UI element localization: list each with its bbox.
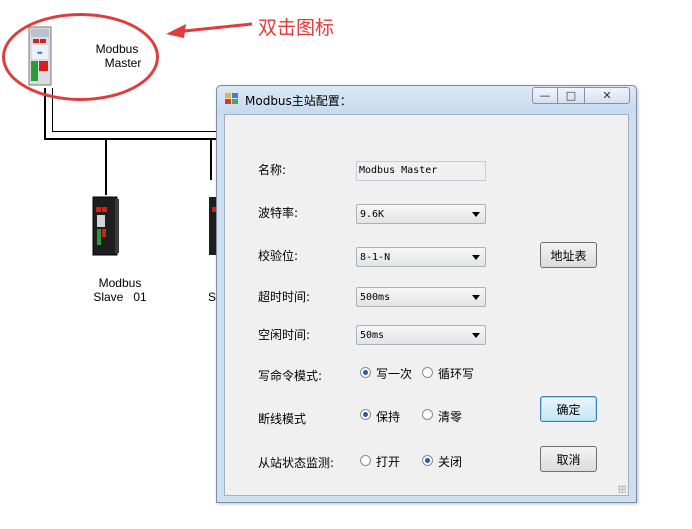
parity-label: 校验位:	[258, 249, 299, 263]
ok-button[interactable]: 确定	[540, 396, 597, 422]
chevron-down-icon	[472, 295, 480, 300]
monitor-close-radio[interactable]	[422, 455, 433, 466]
disconnect-label: 断线模式	[258, 412, 307, 426]
slave-drop-wire	[105, 140, 107, 195]
write-once-label[interactable]: 写一次	[376, 365, 412, 382]
window-controls: — □ ✕	[532, 87, 630, 104]
modbus-master-dialog: Modbus主站配置： — □ ✕ 名称: Modbus Master 波特率:…	[216, 85, 637, 503]
parity-select[interactable]: 8-1-N	[356, 247, 486, 267]
dialog-title: Modbus主站配置：	[245, 94, 352, 108]
baud-select[interactable]: 9.6K	[356, 204, 486, 224]
write-mode-label: 写命令模式:	[258, 369, 323, 383]
cancel-button[interactable]: 取消	[540, 446, 597, 472]
write-loop-label[interactable]: 循环写	[438, 365, 474, 382]
monitor-label: 从站状态监测:	[258, 456, 335, 470]
slave2-label-line1: S	[208, 290, 217, 304]
slave2-drop-wire	[210, 140, 212, 180]
timeout-select[interactable]: 500ms	[356, 287, 486, 307]
app-icon	[225, 93, 238, 104]
idle-value: 50ms	[360, 330, 385, 341]
clear-radio[interactable]	[422, 409, 433, 420]
close-button[interactable]: ✕	[584, 87, 630, 104]
idle-label: 空闲时间:	[258, 328, 311, 342]
plc-slave-icon[interactable]	[90, 195, 122, 257]
highlight-ellipse	[2, 13, 159, 101]
baud-value: 9.6K	[360, 209, 385, 220]
dialog-titlebar[interactable]: Modbus主站配置： — □ ✕	[217, 86, 636, 114]
chevron-down-icon	[472, 255, 480, 260]
maximize-button[interactable]: □	[558, 87, 584, 104]
monitor-open-label[interactable]: 打开	[376, 453, 400, 470]
minimize-icon: —	[539, 89, 551, 102]
idle-select[interactable]: 50ms	[356, 325, 486, 345]
slave-label-line1: Modbus	[98, 276, 142, 290]
name-label: 名称:	[258, 163, 287, 177]
minimize-button[interactable]: —	[532, 87, 558, 104]
annotation-text: 双击图标	[258, 17, 335, 39]
maximize-icon: □	[565, 89, 577, 102]
address-table-button[interactable]: 地址表	[540, 242, 597, 268]
write-loop-radio[interactable]	[422, 367, 433, 378]
clear-label[interactable]: 清零	[438, 408, 462, 425]
dialog-client-area: 名称: Modbus Master 波特率: 9.6K 校验位: 8-1-N 地…	[224, 114, 629, 496]
timeout-label: 超时时间:	[258, 290, 311, 304]
arrow-icon	[166, 22, 253, 38]
slave-label: Modbus Slave 01	[84, 276, 156, 304]
name-field[interactable]: Modbus Master	[356, 161, 486, 181]
chevron-down-icon	[472, 333, 480, 338]
monitor-open-radio[interactable]	[360, 455, 371, 466]
timeout-value: 500ms	[360, 292, 391, 303]
close-icon: ✕	[602, 89, 612, 102]
write-once-radio[interactable]	[360, 367, 371, 378]
bus-wire-horizontal	[44, 138, 216, 140]
monitor-close-label[interactable]: 关闭	[438, 453, 462, 470]
parity-value: 8-1-N	[360, 252, 391, 263]
baud-label: 波特率:	[258, 206, 299, 220]
slave-label-line2: Slave 01	[93, 290, 147, 304]
resize-grip-icon[interactable]	[618, 485, 626, 493]
keep-radio[interactable]	[360, 409, 371, 420]
keep-label[interactable]: 保持	[376, 408, 400, 425]
chevron-down-icon	[472, 212, 480, 217]
bus-wire-horizontal-2	[52, 131, 216, 132]
